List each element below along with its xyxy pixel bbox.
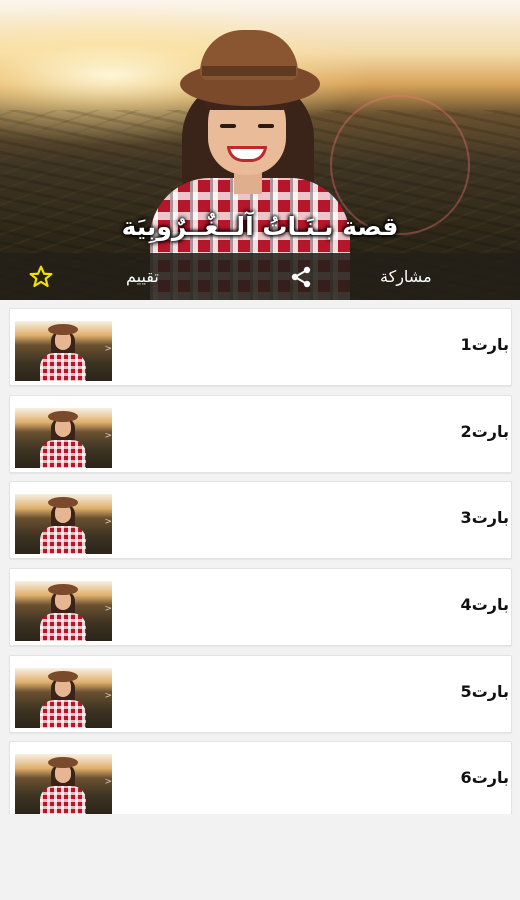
thumb-shirt — [40, 700, 86, 728]
thumb-chevron-icon: > — [104, 431, 112, 441]
thumb-hat — [48, 411, 78, 422]
part-label: بارت3 — [460, 508, 509, 527]
thumb-shirt — [40, 353, 86, 381]
thumbnail-image: > — [15, 668, 112, 728]
action-bar: مشاركة تقييم — [0, 253, 520, 300]
list-item[interactable]: > بارت1 — [9, 308, 512, 386]
thumb-hat — [48, 671, 78, 682]
thumbnail-image: > — [15, 754, 112, 814]
thumb-hat — [48, 324, 78, 335]
thumb-chevron-icon: > — [104, 691, 112, 701]
parts-list: > بارت1 > بارت2 > بارت3 > بارت4 > بارت5 … — [0, 300, 520, 814]
list-item[interactable]: > بارت4 — [9, 568, 512, 646]
thumb-chevron-icon: > — [104, 344, 112, 354]
thumbnail-image: > — [15, 321, 112, 381]
thumb-hat — [48, 757, 78, 768]
thumb-chevron-icon: > — [104, 604, 112, 614]
share-icon[interactable] — [289, 253, 313, 300]
thumb-chevron-icon: > — [104, 517, 112, 527]
list-item[interactable]: > بارت3 — [9, 481, 512, 559]
thumbnail-image: > — [15, 408, 112, 468]
share-button-label[interactable]: مشاركة — [380, 253, 432, 300]
part-label: بارت6 — [460, 768, 509, 787]
part-label: بارت5 — [460, 682, 509, 701]
thumb-shirt — [40, 440, 86, 468]
thumb-hat — [48, 584, 78, 595]
thumbnail-image: > — [15, 581, 112, 641]
thumb-chevron-icon: > — [104, 777, 112, 787]
part-label: بارت4 — [460, 595, 509, 614]
left-eye — [220, 124, 236, 128]
story-title: قصة بـنَـاتُ آلــغٌــرٌوبِيَة — [121, 212, 399, 241]
right-eye — [258, 124, 274, 128]
thumb-shirt — [40, 786, 86, 814]
app-header: قصة بـنَـاتُ آلــغٌــرٌوبِيَة مشاركة تقي… — [0, 0, 520, 300]
hat-band — [202, 66, 296, 76]
list-item[interactable]: > بارت6 — [9, 741, 512, 814]
list-item[interactable]: > بارت5 — [9, 655, 512, 733]
part-label: بارت2 — [460, 422, 509, 441]
thumb-hat — [48, 497, 78, 508]
thumbnail-image: > — [15, 494, 112, 554]
star-outline-icon[interactable] — [28, 253, 54, 300]
rate-button-label[interactable]: تقييم — [126, 253, 159, 300]
list-item[interactable]: > بارت2 — [9, 395, 512, 473]
thumb-shirt — [40, 526, 86, 554]
part-label: بارت1 — [460, 335, 509, 354]
empty-footer-area — [0, 814, 520, 900]
thumb-shirt — [40, 613, 86, 641]
